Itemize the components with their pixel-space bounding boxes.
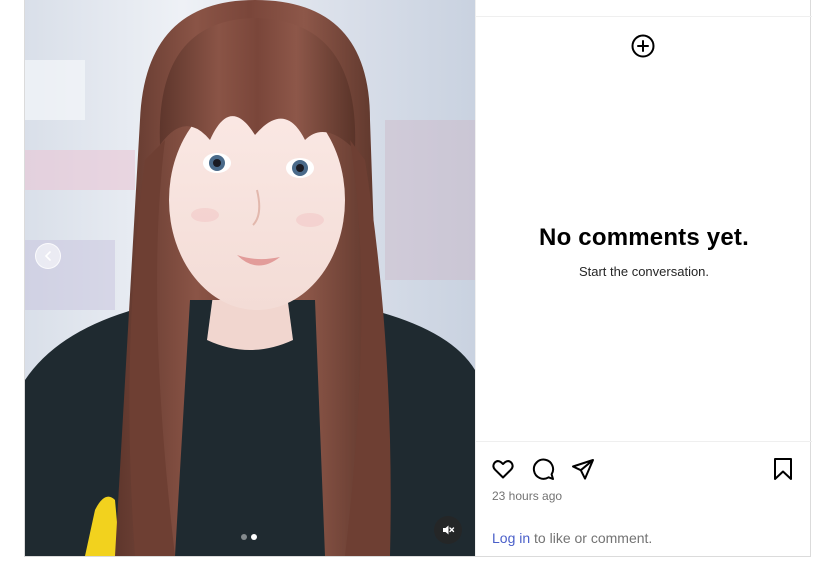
previous-slide-button[interactable] xyxy=(35,243,61,269)
bookmark-icon xyxy=(774,458,792,480)
carousel-indicator xyxy=(241,534,257,540)
chevron-left-icon xyxy=(44,251,51,261)
comments-panel: No comments yet. Start the conversation. xyxy=(475,0,812,556)
login-link[interactable]: Log in xyxy=(492,530,530,546)
mute-toggle-button[interactable] xyxy=(434,516,462,544)
post-actions xyxy=(490,456,800,482)
speaker-muted-icon xyxy=(443,525,455,535)
comment-button[interactable] xyxy=(530,456,556,482)
like-button[interactable] xyxy=(490,456,516,482)
share-button[interactable] xyxy=(570,456,596,482)
post-card: No comments yet. Start the conversation. xyxy=(24,0,812,557)
empty-comments: No comments yet. Start the conversation. xyxy=(476,224,812,279)
carousel-dot-active xyxy=(251,534,257,540)
post-photo xyxy=(25,0,475,556)
login-prompt-text: to like or comment. xyxy=(530,530,653,546)
empty-comments-title: No comments yet. xyxy=(539,224,749,251)
save-button[interactable] xyxy=(770,456,796,482)
login-prompt: Log in to like or comment. xyxy=(492,530,652,546)
paper-plane-icon xyxy=(572,459,594,480)
heart-icon xyxy=(492,460,514,479)
comment-bubble-icon xyxy=(532,458,555,480)
plus-circle-icon[interactable] xyxy=(631,34,655,58)
divider xyxy=(476,441,812,442)
post-media[interactable] xyxy=(25,0,475,556)
post-timestamp[interactable]: 23 hours ago xyxy=(492,489,562,503)
carousel-dot xyxy=(241,534,247,540)
divider xyxy=(476,16,812,17)
empty-comments-subtitle: Start the conversation. xyxy=(578,264,710,279)
